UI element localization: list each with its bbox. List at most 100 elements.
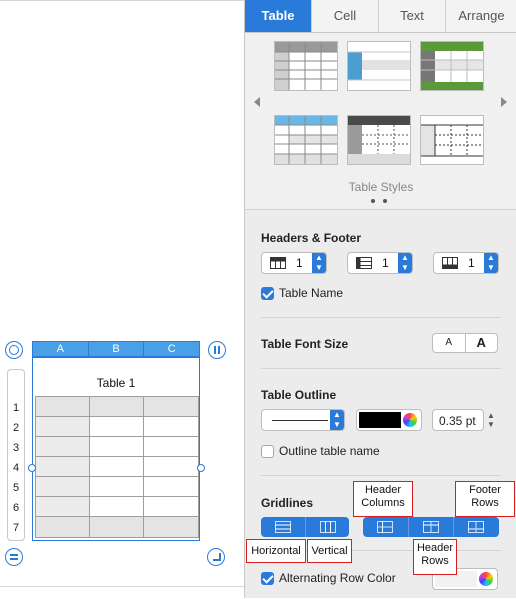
increase-font-button[interactable]: A — [466, 334, 498, 352]
add-column-handle[interactable] — [208, 341, 226, 359]
table-style-6[interactable] — [420, 115, 484, 165]
header-rows-icon — [270, 257, 286, 269]
alternating-row-label: Alternating Row Color — [279, 571, 396, 585]
gridlines-left-control[interactable] — [261, 517, 349, 537]
row-header[interactable]: 3 — [8, 442, 24, 454]
table-cell[interactable] — [143, 456, 199, 477]
table-name-checkbox[interactable] — [261, 287, 274, 300]
header-rows-gridlines-button[interactable] — [409, 517, 455, 537]
table-style-2[interactable] — [347, 41, 411, 91]
row-header[interactable]: 7 — [8, 522, 24, 534]
outline-width-stepper-icon[interactable]: ▲ ▼ — [487, 411, 495, 429]
footer-rows-stepper[interactable]: 1 ▲ ▼ — [433, 252, 499, 274]
line-style-popup[interactable]: ▲ ▼ — [261, 409, 345, 431]
annotation-header-columns: Header Columns — [353, 481, 413, 517]
line-style-preview — [272, 420, 328, 421]
headers-footer-title: Headers & Footer — [261, 231, 362, 245]
table-style-3[interactable] — [420, 41, 484, 91]
tab-table[interactable]: Table — [245, 0, 312, 32]
popup-arrows-icon[interactable]: ▲ ▼ — [330, 410, 344, 430]
table-cell[interactable] — [35, 396, 90, 417]
row-header-bar[interactable]: 1 2 3 4 5 6 7 — [7, 369, 25, 541]
table-cell[interactable] — [35, 436, 90, 457]
table-style-5[interactable] — [347, 115, 411, 165]
previous-styles-icon[interactable] — [254, 97, 260, 107]
gridlines-title: Gridlines — [261, 496, 314, 510]
font-size-control[interactable]: A A — [432, 333, 498, 353]
table-cell[interactable] — [89, 476, 144, 497]
table-title[interactable]: Table 1 — [33, 376, 199, 390]
color-wheel-icon[interactable] — [403, 413, 417, 427]
column-header-b[interactable]: B — [89, 342, 145, 356]
resize-table-handle[interactable] — [207, 548, 225, 566]
header-rows-value: 1 — [296, 256, 303, 270]
gridlines-right-control[interactable] — [363, 517, 499, 537]
outline-color-swatch — [359, 412, 401, 428]
table-cell[interactable] — [143, 476, 199, 497]
header-columns-stepper[interactable]: 1 ▲ ▼ — [347, 252, 413, 274]
alternating-row-checkbox[interactable] — [261, 572, 274, 585]
header-columns-lines-icon — [377, 521, 393, 533]
table-cell[interactable] — [35, 416, 90, 437]
row-header[interactable]: 2 — [8, 422, 24, 434]
header-rows-lines-icon — [422, 521, 439, 533]
outline-width-field[interactable]: 0.35 pt — [432, 409, 484, 431]
table-cell[interactable] — [35, 496, 90, 517]
add-row-handle[interactable] — [5, 548, 23, 566]
table-cell[interactable] — [143, 496, 199, 517]
stepper-arrows-icon[interactable]: ▲ ▼ — [398, 253, 412, 273]
table-cell[interactable] — [143, 516, 199, 538]
next-styles-icon[interactable] — [501, 97, 507, 107]
table-cell[interactable] — [89, 516, 144, 538]
header-columns-icon — [356, 257, 372, 269]
select-table-handle[interactable] — [5, 341, 23, 359]
page-dot-active[interactable] — [371, 199, 375, 203]
tab-arrange[interactable]: Arrange — [446, 0, 516, 32]
vertical-gridlines-button[interactable] — [306, 517, 350, 537]
footer-rows-lines-icon — [468, 521, 485, 533]
color-wheel-icon[interactable] — [479, 572, 493, 586]
column-header-bar[interactable]: A B C — [32, 341, 200, 357]
table-cell[interactable] — [89, 396, 144, 417]
outline-name-checkbox[interactable] — [261, 445, 274, 458]
column-header-c[interactable]: C — [144, 342, 199, 356]
tab-text[interactable]: Text — [379, 0, 446, 32]
canvas-divider — [0, 586, 244, 587]
table-cell[interactable] — [89, 416, 144, 437]
table-style-1[interactable] — [274, 41, 338, 91]
header-columns-value: 1 — [382, 256, 389, 270]
header-columns-gridlines-button[interactable] — [363, 517, 409, 537]
outline-color-well[interactable] — [356, 409, 422, 431]
row-header[interactable]: 1 — [8, 402, 24, 414]
left-resize-handle[interactable] — [28, 464, 36, 472]
table[interactable]: Table 1 — [32, 357, 200, 541]
table-cell[interactable] — [89, 456, 144, 477]
table-cell[interactable] — [35, 516, 90, 538]
row-header[interactable]: 5 — [8, 482, 24, 494]
stepper-arrows-icon[interactable]: ▲ ▼ — [312, 253, 326, 273]
right-resize-handle[interactable] — [197, 464, 205, 472]
table-cell[interactable] — [143, 396, 199, 417]
stepper-arrows-icon[interactable]: ▲ ▼ — [484, 253, 498, 273]
decrease-font-button[interactable]: A — [433, 334, 466, 352]
table-cell[interactable] — [89, 496, 144, 517]
table-cell[interactable] — [35, 476, 90, 497]
annotation-vertical: Vertical — [307, 539, 352, 563]
table-cell[interactable] — [89, 436, 144, 457]
column-header-a[interactable]: A — [33, 342, 89, 356]
table-grid[interactable] — [35, 396, 199, 540]
row-header[interactable]: 6 — [8, 502, 24, 514]
horizontal-gridlines-button[interactable] — [261, 517, 306, 537]
table-style-4[interactable] — [274, 115, 338, 165]
tab-cell[interactable]: Cell — [312, 0, 379, 32]
table-cell[interactable] — [143, 416, 199, 437]
footer-rows-gridlines-button[interactable] — [454, 517, 499, 537]
table-styles-label: Table Styles — [348, 180, 414, 194]
row-header[interactable]: 4 — [8, 462, 24, 474]
divider — [261, 368, 501, 369]
header-rows-stepper[interactable]: 1 ▲ ▼ — [261, 252, 327, 274]
page-dot[interactable] — [383, 199, 387, 203]
table-cell[interactable] — [143, 436, 199, 457]
table-cell[interactable] — [35, 456, 90, 477]
divider — [261, 317, 501, 318]
